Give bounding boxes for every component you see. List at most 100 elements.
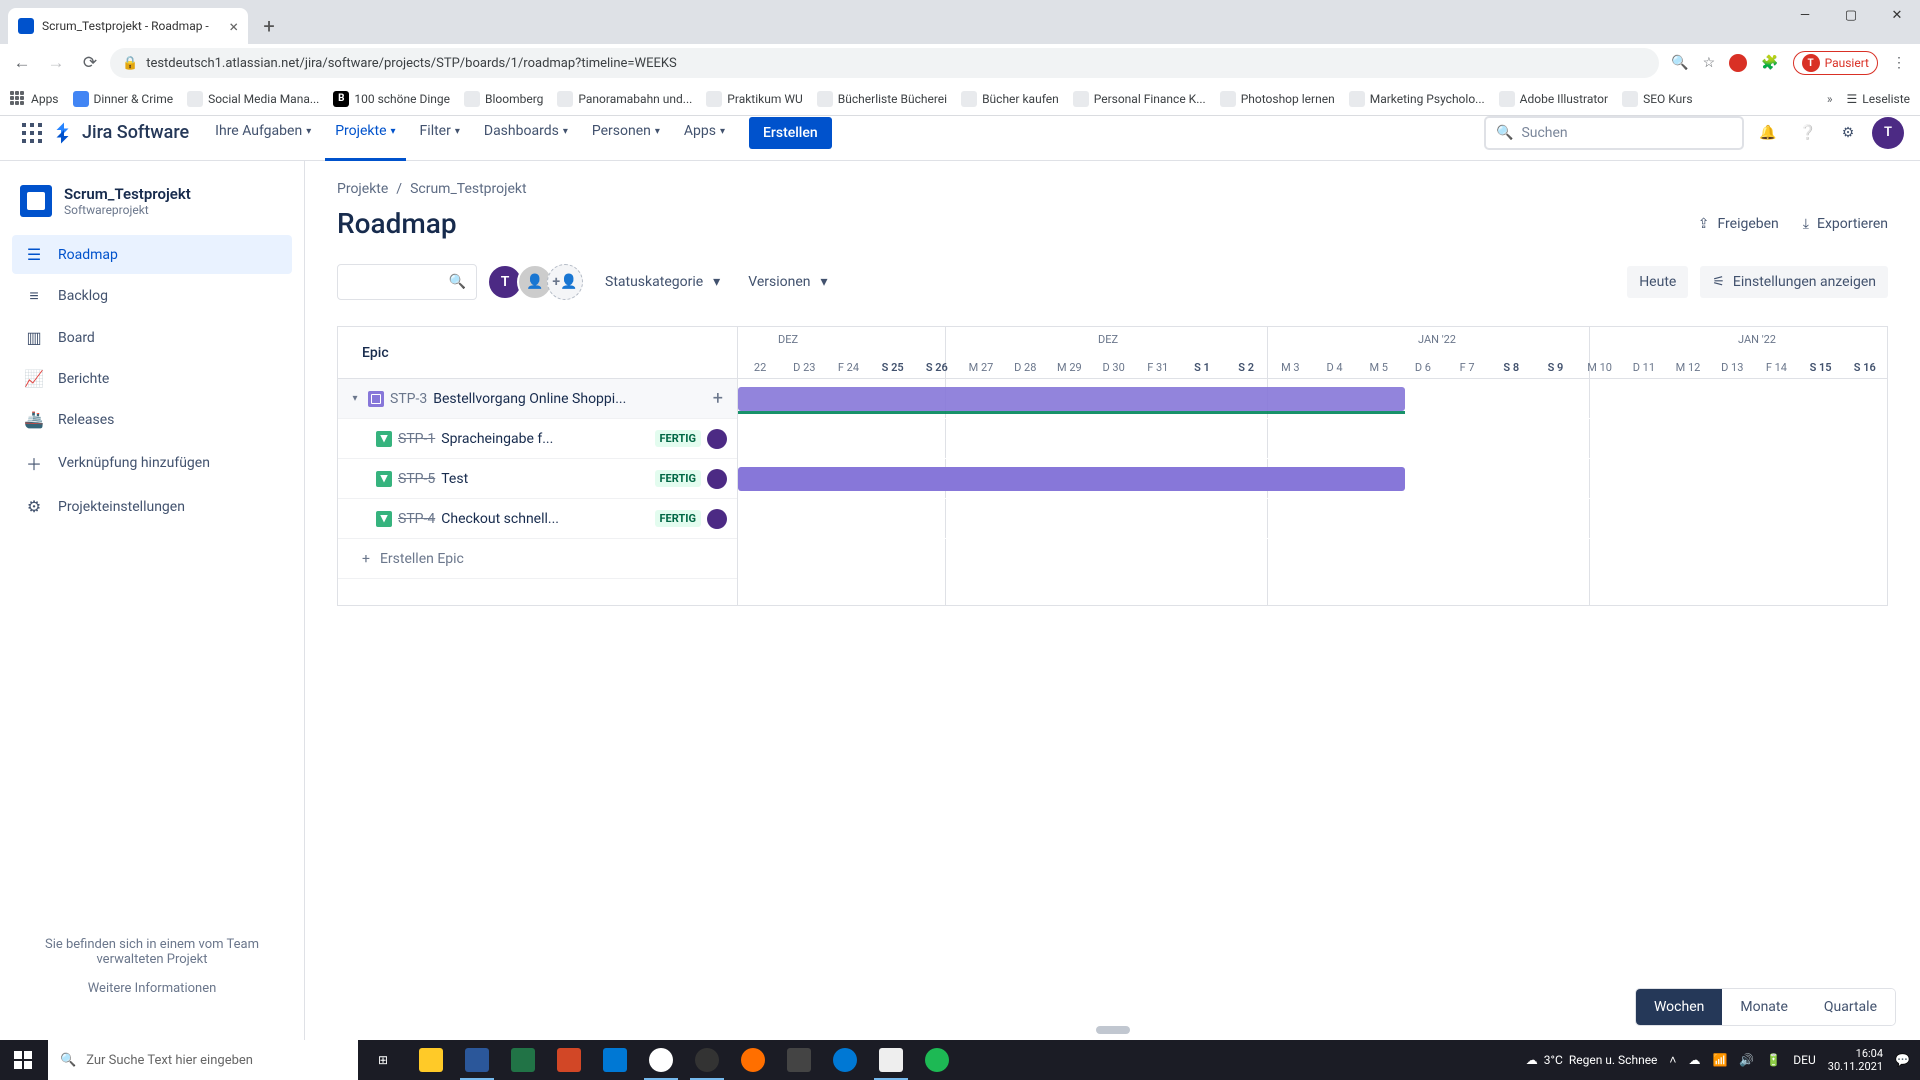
taskbar-powerpoint[interactable] — [546, 1040, 592, 1080]
status-filter[interactable]: Statuskategorie▾ — [599, 274, 726, 290]
jira-logo[interactable]: Jira Software — [52, 121, 189, 145]
settings-icon[interactable]: ⚙ — [1832, 117, 1864, 149]
profile-avatar[interactable]: T — [1872, 117, 1904, 149]
forward-button[interactable]: → — [42, 49, 70, 77]
start-button[interactable] — [0, 1040, 46, 1080]
tray-onedrive-icon[interactable]: ☁ — [1688, 1053, 1700, 1067]
nav-people[interactable]: Personen▾ — [582, 105, 670, 161]
sidebar-backlog[interactable]: ≡Backlog — [12, 276, 292, 316]
bookmark-item[interactable]: Personal Finance K... — [1073, 91, 1206, 107]
epic-row[interactable]: ▾ STP-3 Bestellvorgang Online Shoppi... … — [338, 379, 737, 419]
scale-quarters[interactable]: Quartale — [1806, 989, 1895, 1025]
close-window-btn[interactable]: ✕ — [1874, 0, 1920, 30]
collapse-icon[interactable]: ▾ — [348, 392, 362, 406]
avatar-add[interactable]: +👤 — [547, 264, 583, 300]
roadmap-search[interactable]: 🔍 — [337, 264, 477, 300]
crumb-project[interactable]: Scrum_Testprojekt — [410, 181, 527, 197]
issue-key[interactable]: STP-1 — [398, 431, 435, 447]
taskbar-chrome[interactable] — [638, 1040, 684, 1080]
epic-bar[interactable] — [738, 387, 1405, 411]
sidebar-releases[interactable]: 🚢Releases — [12, 400, 292, 439]
taskbar-weather[interactable]: ☁ 3°C Regen u. Schnee — [1526, 1053, 1658, 1067]
assignee-avatar[interactable] — [707, 509, 727, 529]
crumb-projects[interactable]: Projekte — [337, 181, 388, 197]
sidebar-board[interactable]: ▥Board — [12, 318, 292, 357]
nav-filters[interactable]: Filter▾ — [410, 105, 470, 161]
version-filter[interactable]: Versionen▾ — [742, 274, 833, 290]
assignee-avatar[interactable] — [707, 429, 727, 449]
bookmark-item[interactable]: SEO Kurs — [1622, 91, 1692, 107]
scale-months[interactable]: Monate — [1722, 989, 1806, 1025]
address-bar[interactable]: 🔒 testdeutsch1.atlassian.net/jira/softwa… — [110, 48, 1659, 78]
app-switcher-icon[interactable] — [16, 117, 48, 149]
tray-battery-icon[interactable]: 🔋 — [1766, 1053, 1781, 1067]
story-row[interactable]: STP-1 Spracheingabe f... FERTIG — [338, 419, 737, 459]
taskbar-word[interactable] — [454, 1040, 500, 1080]
create-epic-button[interactable]: + Erstellen Epic — [338, 539, 737, 579]
bookmark-item[interactable]: Bücher kaufen — [961, 91, 1059, 107]
adblock-icon[interactable] — [1729, 54, 1747, 72]
nav-projects[interactable]: Projekte▾ — [325, 105, 405, 161]
close-tab-icon[interactable]: × — [229, 17, 238, 36]
story-row[interactable]: STP-5 Test FERTIG — [338, 459, 737, 499]
help-icon[interactable]: ❔ — [1792, 117, 1824, 149]
sidebar-reports[interactable]: 📈Berichte — [12, 359, 292, 398]
zoom-icon[interactable]: 🔍 — [1671, 55, 1688, 71]
story-bar[interactable] — [738, 467, 1405, 491]
bookmark-item[interactable]: Photoshop lernen — [1220, 91, 1335, 107]
tray-up-icon[interactable]: ˄ — [1669, 1053, 1676, 1067]
tray-volume-icon[interactable]: 🔊 — [1739, 1053, 1754, 1067]
nav-dashboards[interactable]: Dashboards▾ — [474, 105, 578, 161]
nav-apps[interactable]: Apps▾ — [674, 105, 735, 161]
share-button[interactable]: ⇪Freigeben — [1698, 216, 1779, 232]
view-settings-button[interactable]: ⚟Einstellungen anzeigen — [1700, 266, 1888, 298]
notifications-tray-icon[interactable]: 💬 — [1895, 1053, 1910, 1067]
scale-weeks[interactable]: Wochen — [1636, 989, 1722, 1025]
issue-key[interactable]: STP-5 — [398, 471, 435, 487]
taskbar-explorer[interactable] — [408, 1040, 454, 1080]
bookmark-apps[interactable]: Apps — [10, 91, 59, 107]
bookmark-item[interactable]: Dinner & Crime — [73, 91, 174, 107]
browser-menu-icon[interactable]: ⋮ — [1892, 55, 1906, 71]
new-tab-button[interactable]: + — [254, 11, 284, 41]
story-row[interactable]: STP-4 Checkout schnell... FERTIG — [338, 499, 737, 539]
project-header[interactable]: Scrum_Testprojekt Softwareprojekt — [12, 185, 292, 235]
more-info-link[interactable]: Weitere Informationen — [22, 981, 282, 996]
tray-wifi-icon[interactable]: 📶 — [1712, 1053, 1727, 1067]
taskbar-excel[interactable] — [500, 1040, 546, 1080]
sidebar-roadmap[interactable]: ☰Roadmap — [12, 235, 292, 274]
taskbar-search[interactable]: 🔍Zur Suche Text hier eingeben — [48, 1040, 358, 1080]
export-button[interactable]: ⤓Exportieren — [1803, 216, 1888, 232]
issue-key[interactable]: STP-3 — [390, 391, 427, 407]
profile-paused-badge[interactable]: TPausiert — [1793, 51, 1878, 75]
taskbar-spotify[interactable] — [914, 1040, 960, 1080]
minimize-btn[interactable]: — — [1782, 0, 1828, 30]
taskbar-mail[interactable] — [592, 1040, 638, 1080]
taskbar-app[interactable] — [776, 1040, 822, 1080]
column-resize-handle[interactable] — [1096, 1026, 1130, 1034]
back-button[interactable]: ← — [8, 49, 36, 77]
taskbar-obs[interactable] — [684, 1040, 730, 1080]
sidebar-add-shortcut[interactable]: ＋Verknüpfung hinzufügen — [12, 441, 292, 485]
taskbar-edge[interactable] — [822, 1040, 868, 1080]
bookmark-item[interactable]: Bücherliste Bücherei — [817, 91, 947, 107]
reload-button[interactable]: ⟳ — [76, 49, 104, 77]
nav-your-work[interactable]: Ihre Aufgaben▾ — [205, 105, 321, 161]
taskbar-app[interactable] — [730, 1040, 776, 1080]
today-button[interactable]: Heute — [1627, 266, 1688, 298]
task-view-button[interactable]: ⊞ — [360, 1040, 406, 1080]
taskbar-clock[interactable]: 16:04 30.11.2021 — [1828, 1047, 1883, 1073]
add-child-button[interactable]: + — [709, 388, 727, 409]
reading-list[interactable]: ☰Leseliste — [1847, 92, 1910, 106]
browser-tab[interactable]: Scrum_Testprojekt - Roadmap - × — [8, 8, 248, 44]
extensions-icon[interactable]: 🧩 — [1761, 55, 1778, 71]
search-input[interactable]: 🔍Suchen — [1484, 116, 1744, 150]
assignee-avatar[interactable] — [707, 469, 727, 489]
sidebar-project-settings[interactable]: ⚙Projekteinstellungen — [12, 487, 292, 526]
bookmark-item[interactable]: Marketing Psycholo... — [1349, 91, 1485, 107]
create-button[interactable]: Erstellen — [749, 117, 832, 149]
bookmark-item[interactable]: Adobe Illustrator — [1499, 91, 1608, 107]
tray-language[interactable]: DEU — [1793, 1053, 1815, 1067]
bookmark-star-icon[interactable]: ☆ — [1703, 55, 1716, 71]
maximize-btn[interactable]: ▢ — [1828, 0, 1874, 30]
